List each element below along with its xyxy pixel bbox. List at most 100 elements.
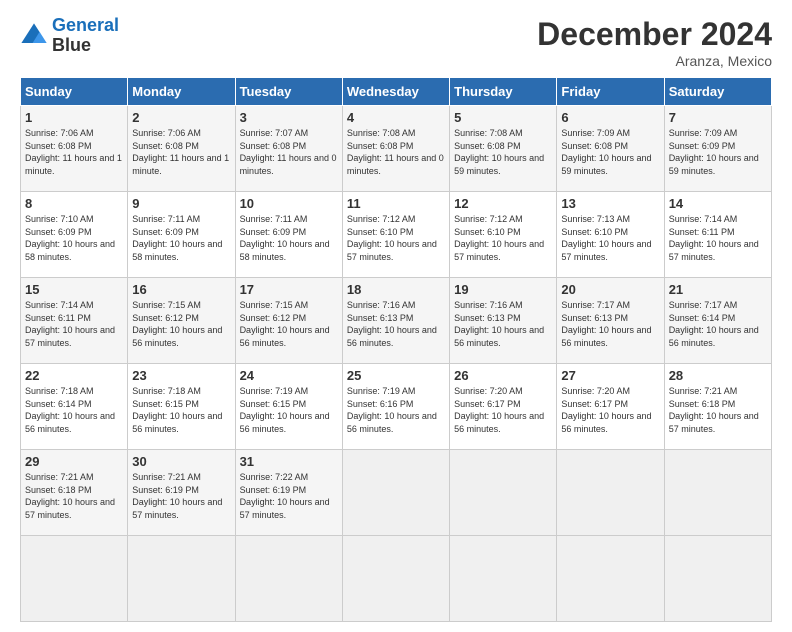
header-thursday: Thursday (450, 78, 557, 106)
day-info: Sunrise: 7:10 AM Sunset: 6:09 PM Dayligh… (25, 213, 123, 263)
header-friday: Friday (557, 78, 664, 106)
calendar-week-row: 1 Sunrise: 7:06 AM Sunset: 6:08 PM Dayli… (21, 106, 772, 192)
day-info: Sunrise: 7:21 AM Sunset: 6:18 PM Dayligh… (669, 385, 767, 435)
day-info: Sunrise: 7:12 AM Sunset: 6:10 PM Dayligh… (347, 213, 445, 263)
header-wednesday: Wednesday (342, 78, 449, 106)
calendar-cell: 19 Sunrise: 7:16 AM Sunset: 6:13 PM Dayl… (450, 278, 557, 364)
calendar-cell (450, 450, 557, 536)
day-number: 4 (347, 110, 445, 125)
calendar-cell: 4 Sunrise: 7:08 AM Sunset: 6:08 PM Dayli… (342, 106, 449, 192)
day-info: Sunrise: 7:12 AM Sunset: 6:10 PM Dayligh… (454, 213, 552, 263)
day-number: 28 (669, 368, 767, 383)
calendar-cell: 1 Sunrise: 7:06 AM Sunset: 6:08 PM Dayli… (21, 106, 128, 192)
day-info: Sunrise: 7:15 AM Sunset: 6:12 PM Dayligh… (132, 299, 230, 349)
day-number: 29 (25, 454, 123, 469)
calendar-cell (664, 450, 771, 536)
day-number: 15 (25, 282, 123, 297)
location: Aranza, Mexico (537, 53, 772, 69)
day-number: 31 (240, 454, 338, 469)
day-number: 20 (561, 282, 659, 297)
day-number: 8 (25, 196, 123, 211)
day-info: Sunrise: 7:19 AM Sunset: 6:15 PM Dayligh… (240, 385, 338, 435)
day-info: Sunrise: 7:11 AM Sunset: 6:09 PM Dayligh… (240, 213, 338, 263)
day-info: Sunrise: 7:16 AM Sunset: 6:13 PM Dayligh… (454, 299, 552, 349)
logo: General Blue (20, 16, 119, 56)
day-info: Sunrise: 7:20 AM Sunset: 6:17 PM Dayligh… (454, 385, 552, 435)
day-number: 23 (132, 368, 230, 383)
calendar-cell: 8 Sunrise: 7:10 AM Sunset: 6:09 PM Dayli… (21, 192, 128, 278)
day-info: Sunrise: 7:06 AM Sunset: 6:08 PM Dayligh… (132, 127, 230, 177)
calendar-cell: 3 Sunrise: 7:07 AM Sunset: 6:08 PM Dayli… (235, 106, 342, 192)
day-number: 6 (561, 110, 659, 125)
day-number: 7 (669, 110, 767, 125)
weekday-header-row: Sunday Monday Tuesday Wednesday Thursday… (21, 78, 772, 106)
day-info: Sunrise: 7:17 AM Sunset: 6:13 PM Dayligh… (561, 299, 659, 349)
header-saturday: Saturday (664, 78, 771, 106)
header-tuesday: Tuesday (235, 78, 342, 106)
logo-line2: Blue (52, 36, 119, 56)
calendar-cell (342, 450, 449, 536)
calendar-cell: 17 Sunrise: 7:15 AM Sunset: 6:12 PM Dayl… (235, 278, 342, 364)
calendar-cell: 27 Sunrise: 7:20 AM Sunset: 6:17 PM Dayl… (557, 364, 664, 450)
calendar-cell (450, 536, 557, 622)
day-info: Sunrise: 7:11 AM Sunset: 6:09 PM Dayligh… (132, 213, 230, 263)
day-number: 5 (454, 110, 552, 125)
calendar-cell: 2 Sunrise: 7:06 AM Sunset: 6:08 PM Dayli… (128, 106, 235, 192)
calendar-cell (128, 536, 235, 622)
calendar-cell: 6 Sunrise: 7:09 AM Sunset: 6:08 PM Dayli… (557, 106, 664, 192)
day-number: 13 (561, 196, 659, 211)
calendar-cell: 13 Sunrise: 7:13 AM Sunset: 6:10 PM Dayl… (557, 192, 664, 278)
calendar-cell (21, 536, 128, 622)
calendar-cell: 11 Sunrise: 7:12 AM Sunset: 6:10 PM Dayl… (342, 192, 449, 278)
day-number: 25 (347, 368, 445, 383)
day-info: Sunrise: 7:17 AM Sunset: 6:14 PM Dayligh… (669, 299, 767, 349)
day-info: Sunrise: 7:14 AM Sunset: 6:11 PM Dayligh… (669, 213, 767, 263)
day-number: 19 (454, 282, 552, 297)
logo-text: General Blue (52, 16, 119, 56)
calendar-week-row: 22 Sunrise: 7:18 AM Sunset: 6:14 PM Dayl… (21, 364, 772, 450)
calendar-cell: 9 Sunrise: 7:11 AM Sunset: 6:09 PM Dayli… (128, 192, 235, 278)
calendar-cell: 14 Sunrise: 7:14 AM Sunset: 6:11 PM Dayl… (664, 192, 771, 278)
day-number: 27 (561, 368, 659, 383)
day-number: 22 (25, 368, 123, 383)
day-number: 10 (240, 196, 338, 211)
day-number: 21 (669, 282, 767, 297)
day-info: Sunrise: 7:19 AM Sunset: 6:16 PM Dayligh… (347, 385, 445, 435)
calendar-cell: 21 Sunrise: 7:17 AM Sunset: 6:14 PM Dayl… (664, 278, 771, 364)
page: General Blue December 2024 Aranza, Mexic… (0, 0, 792, 632)
calendar-cell (342, 536, 449, 622)
calendar-cell: 26 Sunrise: 7:20 AM Sunset: 6:17 PM Dayl… (450, 364, 557, 450)
day-number: 30 (132, 454, 230, 469)
calendar-cell (557, 450, 664, 536)
calendar-cell: 7 Sunrise: 7:09 AM Sunset: 6:09 PM Dayli… (664, 106, 771, 192)
day-info: Sunrise: 7:18 AM Sunset: 6:15 PM Dayligh… (132, 385, 230, 435)
day-info: Sunrise: 7:08 AM Sunset: 6:08 PM Dayligh… (454, 127, 552, 177)
day-number: 3 (240, 110, 338, 125)
calendar-cell: 10 Sunrise: 7:11 AM Sunset: 6:09 PM Dayl… (235, 192, 342, 278)
calendar-week-row (21, 536, 772, 622)
calendar-cell: 29 Sunrise: 7:21 AM Sunset: 6:18 PM Dayl… (21, 450, 128, 536)
calendar-cell: 24 Sunrise: 7:19 AM Sunset: 6:15 PM Dayl… (235, 364, 342, 450)
calendar-cell: 20 Sunrise: 7:17 AM Sunset: 6:13 PM Dayl… (557, 278, 664, 364)
day-number: 26 (454, 368, 552, 383)
calendar-week-row: 29 Sunrise: 7:21 AM Sunset: 6:18 PM Dayl… (21, 450, 772, 536)
calendar-cell: 31 Sunrise: 7:22 AM Sunset: 6:19 PM Dayl… (235, 450, 342, 536)
day-info: Sunrise: 7:13 AM Sunset: 6:10 PM Dayligh… (561, 213, 659, 263)
day-info: Sunrise: 7:20 AM Sunset: 6:17 PM Dayligh… (561, 385, 659, 435)
calendar-cell: 16 Sunrise: 7:15 AM Sunset: 6:12 PM Dayl… (128, 278, 235, 364)
header-sunday: Sunday (21, 78, 128, 106)
calendar-cell (664, 536, 771, 622)
logo-icon (20, 22, 48, 50)
calendar-cell: 22 Sunrise: 7:18 AM Sunset: 6:14 PM Dayl… (21, 364, 128, 450)
day-number: 1 (25, 110, 123, 125)
title-area: December 2024 Aranza, Mexico (537, 16, 772, 69)
header: General Blue December 2024 Aranza, Mexic… (20, 16, 772, 69)
day-info: Sunrise: 7:14 AM Sunset: 6:11 PM Dayligh… (25, 299, 123, 349)
month-title: December 2024 (537, 16, 772, 53)
calendar-cell: 12 Sunrise: 7:12 AM Sunset: 6:10 PM Dayl… (450, 192, 557, 278)
day-info: Sunrise: 7:15 AM Sunset: 6:12 PM Dayligh… (240, 299, 338, 349)
day-info: Sunrise: 7:21 AM Sunset: 6:18 PM Dayligh… (25, 471, 123, 521)
day-number: 11 (347, 196, 445, 211)
day-info: Sunrise: 7:22 AM Sunset: 6:19 PM Dayligh… (240, 471, 338, 521)
calendar-cell (235, 536, 342, 622)
